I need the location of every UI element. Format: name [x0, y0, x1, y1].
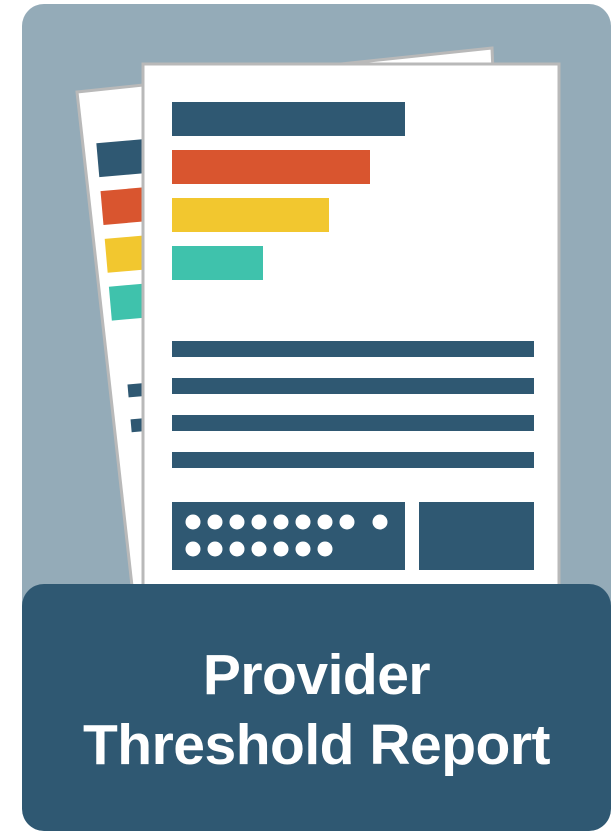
summary-block	[419, 502, 534, 570]
dots-icon	[172, 502, 534, 570]
tile-title-line-1: Provider	[202, 642, 431, 707]
title-banner: Provider Threshold Report	[22, 584, 611, 831]
tile-title-line-2: Threshold Report	[82, 712, 551, 777]
provider-threshold-report-tile[interactable]: Provider Threshold Report	[22, 4, 611, 831]
front-page	[141, 62, 561, 596]
